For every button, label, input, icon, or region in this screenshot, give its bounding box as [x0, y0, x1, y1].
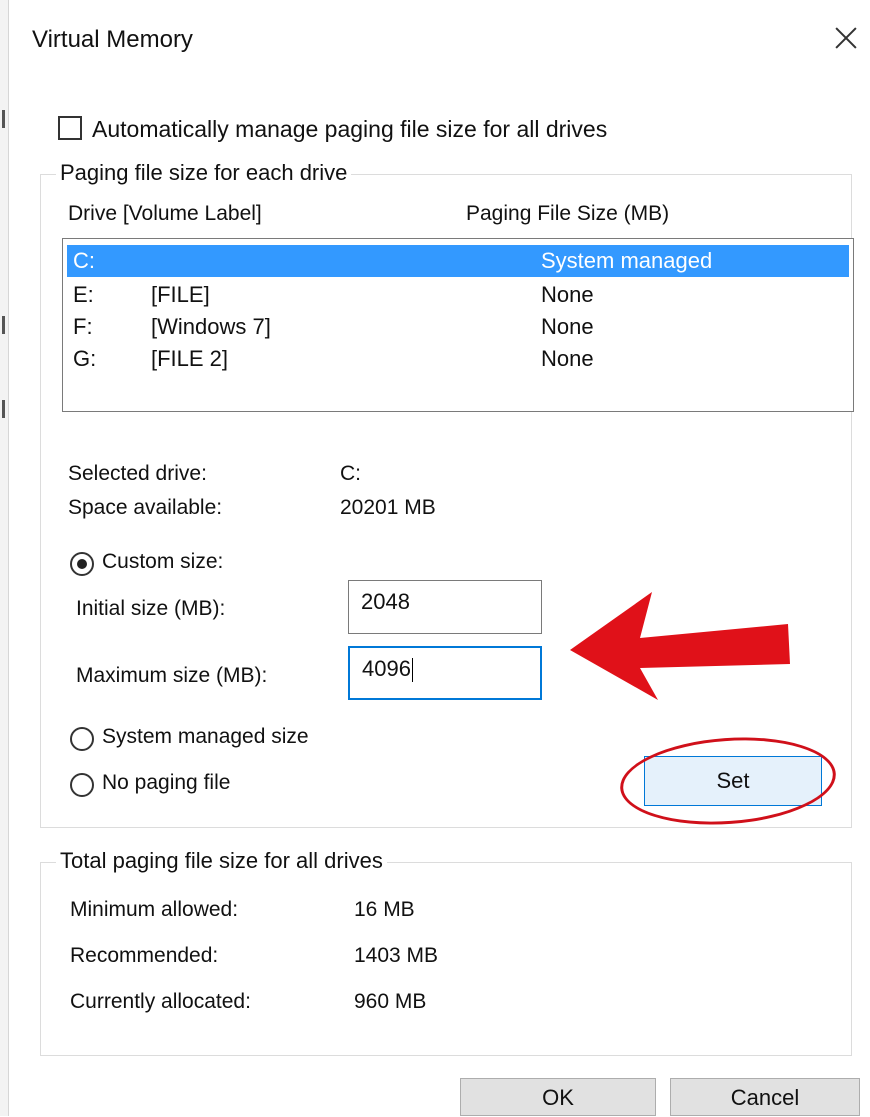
- initial-size-label: Initial size (MB):: [76, 597, 226, 620]
- auto-manage-label[interactable]: Automatically manage paging file size fo…: [92, 116, 607, 143]
- auto-manage-checkbox[interactable]: [58, 116, 82, 140]
- space-available-label: Space available:: [68, 496, 223, 519]
- edge-marker: [2, 110, 5, 128]
- no-paging-label[interactable]: No paging file: [102, 771, 230, 795]
- currently-allocated-label: Currently allocated:: [70, 990, 251, 1013]
- text-caret: [411, 658, 414, 683]
- cancel-button[interactable]: Cancel: [670, 1078, 860, 1116]
- paging-file-group-legend: Paging file size for each drive: [56, 160, 352, 186]
- totals-group-legend: Total paging file size for all drives: [56, 848, 387, 874]
- size-column-header: Paging File Size (MB): [466, 202, 670, 225]
- selected-drive-label: Selected drive:: [68, 462, 207, 485]
- window-edge: [0, 0, 9, 1116]
- currently-allocated-value: 960 MB: [354, 990, 427, 1013]
- list-item[interactable]: C: System managed: [67, 245, 849, 277]
- initial-size-input[interactable]: 2048: [348, 580, 542, 634]
- maximum-size-input[interactable]: 4096: [348, 646, 542, 700]
- minimum-allowed-label: Minimum allowed:: [70, 898, 239, 921]
- list-item[interactable]: E: [FILE] None: [67, 279, 849, 311]
- annotation-arrow-icon: [570, 592, 790, 700]
- selected-drive-value: C:: [340, 462, 361, 485]
- list-item[interactable]: F: [Windows 7] None: [67, 311, 849, 343]
- drive-list[interactable]: C: System managed E: [FILE] None F: [Win…: [62, 238, 854, 412]
- maximum-size-label: Maximum size (MB):: [76, 664, 268, 687]
- space-available-value: 20201 MB: [340, 496, 436, 519]
- list-item[interactable]: G: [FILE 2] None: [67, 343, 849, 375]
- window-title: Virtual Memory: [32, 26, 193, 53]
- minimum-allowed-value: 16 MB: [354, 898, 415, 921]
- drive-column-header: Drive [Volume Label]: [68, 202, 262, 225]
- no-paging-radio[interactable]: [70, 773, 94, 797]
- system-managed-radio[interactable]: [70, 727, 94, 751]
- recommended-value: 1403 MB: [354, 944, 439, 967]
- edge-marker: [2, 400, 5, 418]
- ok-button[interactable]: OK: [460, 1078, 656, 1116]
- edge-marker: [2, 316, 5, 334]
- recommended-label: Recommended:: [70, 944, 219, 967]
- custom-size-radio[interactable]: [70, 552, 94, 576]
- custom-size-label[interactable]: Custom size:: [102, 550, 223, 574]
- close-icon[interactable]: [830, 22, 862, 54]
- system-managed-label[interactable]: System managed size: [102, 725, 309, 749]
